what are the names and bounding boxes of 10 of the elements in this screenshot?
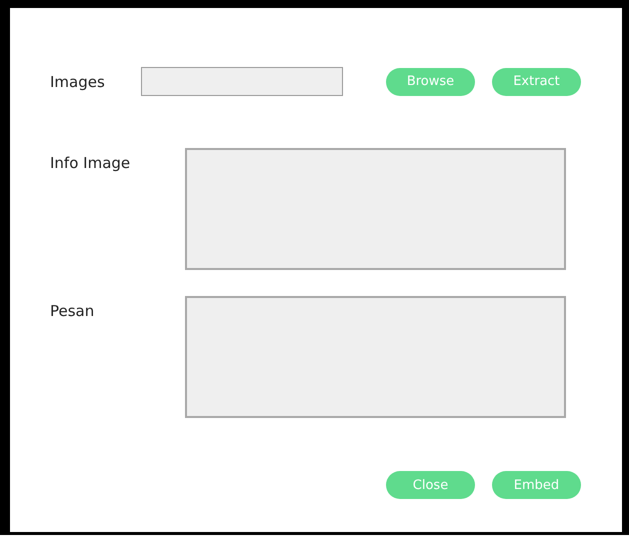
extract-button[interactable]: Extract (492, 68, 581, 96)
browse-button[interactable]: Browse (386, 68, 475, 96)
embed-button[interactable]: Embed (492, 471, 581, 499)
images-label: Images (50, 72, 106, 90)
text-area[interactable] (185, 296, 566, 418)
field-label: Pesan (50, 301, 96, 320)
text-area[interactable] (185, 148, 566, 270)
images-input-field[interactable] (141, 67, 343, 96)
close-button[interactable]: Close (386, 471, 475, 499)
field-label: Info Image (50, 153, 132, 172)
